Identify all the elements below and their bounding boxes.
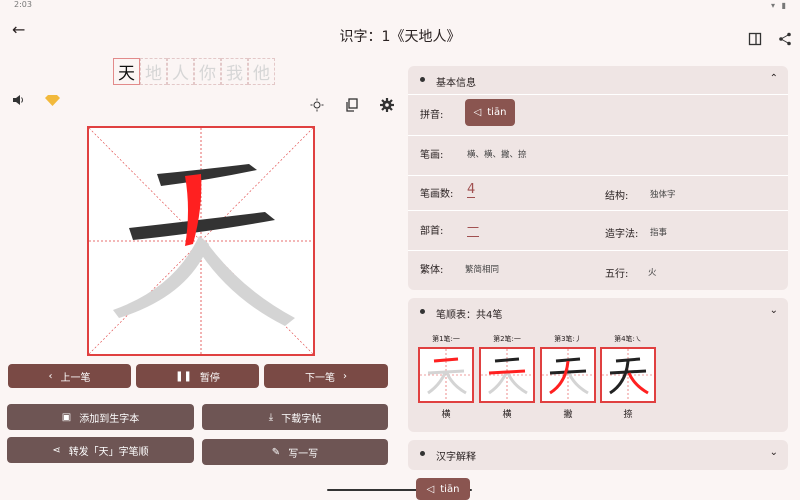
status-bar: 2:03 ▾ ▮ [0,0,800,12]
stroke-caption: 第2笔:一 [493,335,521,343]
char-tab[interactable]: 地 [140,58,167,85]
prev-stroke-button[interactable]: ‹ 上一笔 [8,364,131,388]
stroke-name: 横 [502,410,512,420]
stroke-step-2[interactable] [479,347,535,403]
next-stroke-button[interactable]: 下一笔 › [264,364,388,388]
stroke-name: 撇 [563,410,573,420]
stroke-order-header[interactable]: 笔顺表：共4笔 ⌄ [408,298,788,326]
char-tab[interactable]: 天 [113,58,140,85]
traditional-label: 繁体: [420,265,444,276]
char-tab[interactable]: 人 [167,58,194,85]
add-new-words-label: 添加到生字本 [79,413,140,425]
stroke-step-3[interactable] [540,347,596,403]
chevron-down-icon[interactable]: ⌄ [770,447,778,458]
char-tab[interactable]: 你 [194,58,221,85]
traditional-value: 繁简相同 [465,265,500,275]
stroke-caption: 第1笔:一 [432,335,460,343]
share-icon[interactable] [778,32,792,46]
divider [408,250,788,251]
explanation-title: 汉字解释 [436,452,476,463]
chevron-up-icon[interactable]: ⌃ [770,73,778,84]
pinyin-value: tiān [487,107,507,118]
pen-icon: ✎ [271,446,281,458]
write-label: 写一写 [288,448,319,460]
divider [408,135,788,136]
basic-info-header[interactable]: 基本信息 ⌃ [408,66,788,94]
chevron-right-icon: › [343,370,347,382]
structure-label: 结构: [605,191,629,202]
stroke-caption: 第4笔:㇏ [614,335,642,343]
radical-value: 一 [467,221,480,237]
page-title: 识字：1《天地人》 [339,29,461,45]
bullet-icon [420,77,425,82]
status-icons: ▾ ▮ [771,1,788,10]
download-label: 下载字帖 [281,413,322,425]
divider [408,210,788,211]
speaker-icon[interactable] [11,93,25,107]
structure-value: 独体字 [650,190,676,200]
download-icon: ⤓ [268,411,274,423]
share-order-label: 转发「天」字笔顺 [68,446,149,458]
pause-icon: ❚❚ [175,370,192,382]
stroke-caption: 第3笔:丿 [554,335,582,343]
basic-info-title: 基本信息 [436,78,476,89]
formation-label: 造字法: [605,229,639,240]
element-label: 五行: [605,269,629,280]
strokes-label: 笔画: [420,150,444,161]
char-tab[interactable]: 我 [221,58,248,85]
stroke-name: 横 [441,410,451,420]
share-icon: ⋖ [52,444,61,456]
pinyin-button[interactable]: ◁ tiān [465,99,515,126]
writing-board [87,126,315,356]
bullet-icon [420,309,425,314]
explanation-header[interactable]: 汉字解释 ⌄ [408,440,788,468]
stroke-step-4[interactable] [600,347,656,403]
divider [408,94,788,95]
count-label: 笔画数: [420,189,454,200]
stroke-step-1[interactable] [418,347,474,403]
stroke-name: 捺 [623,410,633,420]
stroke-animation [89,128,313,354]
brightness-icon[interactable] [310,98,324,112]
radical-label: 部首: [420,226,444,237]
element-value: 火 [648,268,657,278]
count-value: 4 [467,182,476,198]
explanation-panel: 汉字解释 ⌄ [408,440,788,470]
download-button[interactable]: ⤓ 下载字帖 [202,404,388,430]
pause-label: 暂停 [199,372,220,384]
add-new-words-button[interactable]: ▣ 添加到生字本 [7,404,194,430]
speaker-icon: ◁ [473,107,482,118]
character-selector: 天 地 人 你 我 他 [113,58,275,85]
formation-value: 指事 [650,228,668,238]
floating-pinyin-button[interactable]: ◁ tiān [416,478,470,500]
char-tab[interactable]: 他 [248,58,275,85]
stroke-order-title: 笔顺表：共4笔 [436,310,503,321]
diamond-icon[interactable] [45,94,60,106]
divider [408,175,788,176]
floating-pinyin-value: tiān [440,483,460,495]
strokes-value: 横、横、撇、捺 [467,150,527,160]
share-order-button[interactable]: ⋖ 转发「天」字笔顺 [7,437,194,463]
app-bar: ← 识字：1《天地人》 [0,18,800,52]
pinyin-label: 拼音: [420,110,444,121]
status-time: 2:03 [14,0,32,9]
pause-button[interactable]: ❚❚ 暂停 [136,364,259,388]
prev-stroke-label: 上一笔 [60,372,91,384]
chevron-down-icon[interactable]: ⌄ [770,305,778,316]
panel-toggle-icon[interactable] [748,32,762,46]
speaker-icon: ◁ [426,483,435,495]
next-stroke-label: 下一笔 [305,372,335,384]
write-button[interactable]: ✎ 写一写 [202,439,388,465]
bullet-icon [420,451,425,456]
gear-icon[interactable] [380,98,394,112]
chevron-left-icon: ‹ [48,370,53,382]
copy-icon[interactable] [345,98,358,112]
add-note-icon: ▣ [61,411,72,423]
